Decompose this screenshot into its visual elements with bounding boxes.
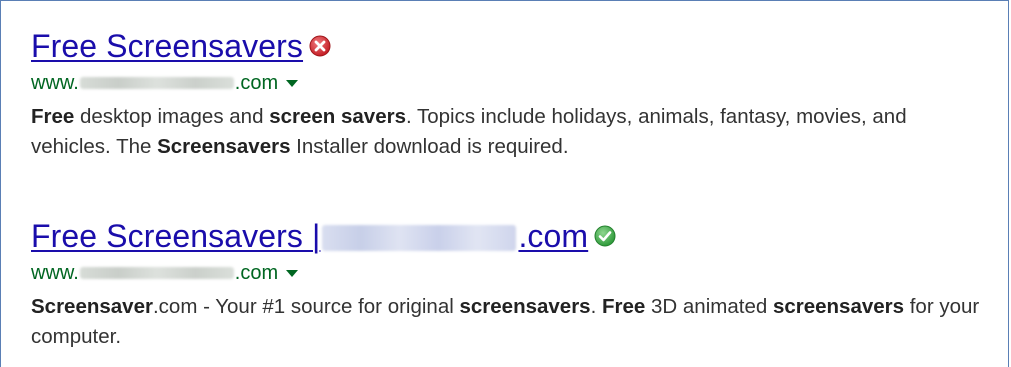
- result-snippet: Free desktop images and screen savers. T…: [31, 102, 991, 162]
- snippet-text: .com - Your #1 source for original: [152, 295, 460, 318]
- url-suffix: .com: [234, 71, 279, 94]
- result-title-row: Free Screensavers | .com: [31, 214, 991, 258]
- redacted-domain: [79, 267, 234, 280]
- search-result-1: Free Screensavers www. .com Free desktop …: [31, 24, 991, 162]
- result-title-row: Free Screensavers: [31, 24, 991, 68]
- red-x-icon: [309, 35, 331, 57]
- snippet-highlight: Free: [602, 295, 646, 318]
- snippet-highlight: Screensavers: [157, 135, 291, 158]
- url-dropdown-arrow-icon[interactable]: [286, 269, 299, 277]
- url-prefix: www.: [31, 71, 79, 94]
- url-prefix: www.: [31, 261, 79, 284]
- green-check-icon: [594, 225, 616, 247]
- url-dropdown-arrow-icon[interactable]: [286, 79, 299, 87]
- result-url: www. .com: [31, 72, 278, 95]
- url-suffix: .com: [234, 261, 279, 284]
- result-snippet: Screensaver.com - Your #1 source for ori…: [31, 292, 991, 352]
- snippet-text: 3D animated: [645, 295, 773, 318]
- snippet-highlight: screensavers: [772, 295, 905, 318]
- result-title-text: Free Screensavers |: [31, 217, 321, 254]
- snippet-highlight: Free: [31, 105, 75, 128]
- result-title-link[interactable]: Free Screensavers | .com: [31, 218, 588, 255]
- snippet-highlight: screensavers: [459, 295, 591, 318]
- snippet-highlight: Screensaver: [31, 295, 153, 318]
- result-url-row: www. .com: [31, 260, 991, 286]
- redacted-title-domain: [322, 225, 517, 252]
- result-url: www. .com: [31, 262, 278, 285]
- result-title-text: Free Screensavers: [31, 27, 304, 64]
- result-title-link[interactable]: Free Screensavers: [31, 28, 303, 65]
- result-url-row: www. .com: [31, 70, 991, 96]
- redacted-domain: [79, 77, 234, 90]
- snippet-text: Installer download is required.: [290, 135, 569, 158]
- snippet-text: .: [590, 295, 602, 318]
- result-title-domain-suffix: .com: [518, 217, 589, 254]
- search-result-2: Free Screensavers | .com www. .com Screens…: [31, 214, 991, 352]
- snippet-highlight: screen savers: [269, 105, 406, 128]
- snippet-text: desktop images and: [74, 105, 270, 128]
